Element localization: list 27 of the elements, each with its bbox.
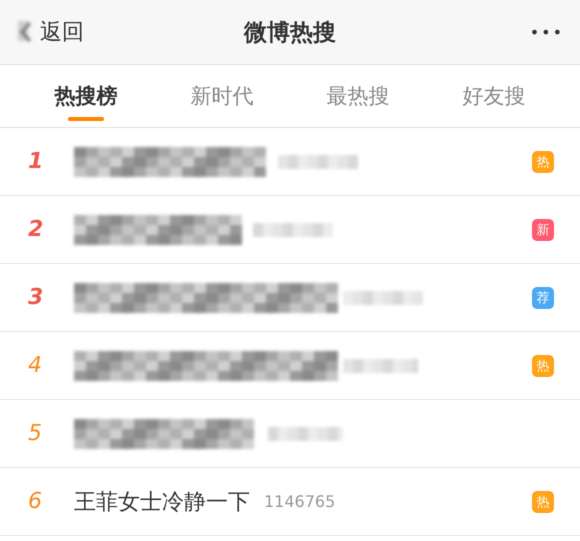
topic-tag: 热: [532, 354, 554, 376]
page-title: 微博热搜: [244, 18, 336, 48]
topic-tag: 热: [532, 150, 554, 172]
hot-search-row[interactable]: 6 王菲女士冷静一下 1146765 热: [0, 468, 580, 536]
rank-number: 3: [28, 285, 44, 310]
topic-tag: 热: [532, 490, 554, 512]
hot-search-row[interactable]: 5: [0, 400, 580, 468]
tab[interactable]: 热搜榜: [18, 65, 154, 127]
rank-number: 4: [28, 353, 43, 378]
tab[interactable]: 好友搜: [426, 65, 562, 127]
rank-number: 5: [28, 421, 43, 446]
tab-underline: [68, 117, 104, 121]
topic-title: 王菲女士冷静一下: [74, 488, 250, 516]
back-button[interactable]: 返回: [40, 17, 84, 47]
more-button[interactable]: •••: [530, 22, 564, 42]
rank-number: 1: [28, 149, 44, 174]
tab[interactable]: 新时代: [154, 65, 290, 127]
search-count: 1146765: [264, 492, 336, 511]
rank-number: 6: [28, 489, 43, 514]
topic-tag: 荐: [532, 286, 554, 308]
tab[interactable]: 最热搜: [290, 65, 426, 127]
hot-search-row[interactable]: 3 荐: [0, 264, 580, 332]
hot-search-row[interactable]: 2 新: [0, 196, 580, 264]
rank-number: 2: [28, 217, 44, 242]
hot-search-row[interactable]: 1 热: [0, 128, 580, 196]
hot-search-row[interactable]: 4 热: [0, 332, 580, 400]
topic-tag: 新: [532, 218, 554, 240]
